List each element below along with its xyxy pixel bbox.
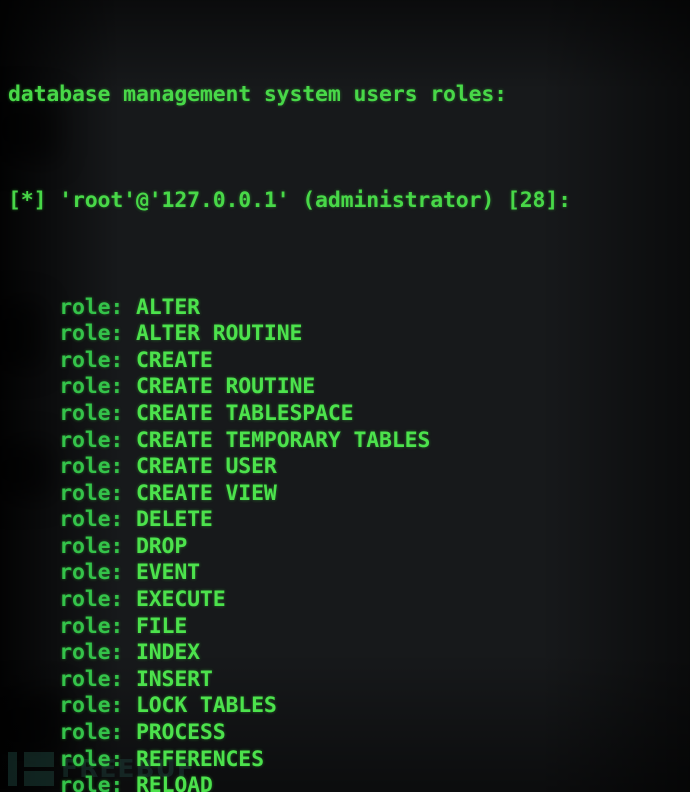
role-label: role: bbox=[59, 347, 136, 373]
role-label: role: bbox=[59, 613, 136, 639]
role-value: EVENT bbox=[135, 560, 200, 586]
role-list: role: ALTER role: ALTER ROUTINE role: CR… bbox=[8, 295, 690, 792]
role-value: CREATE TABLESPACE bbox=[135, 400, 354, 426]
role-indent bbox=[8, 348, 59, 373]
role-line: role: ALTER ROUTINE bbox=[8, 321, 690, 348]
role-line: role: ALTER bbox=[8, 295, 690, 322]
role-line: role: CREATE ROUTINE bbox=[8, 374, 690, 401]
role-label: role: bbox=[59, 560, 136, 586]
role-value: REFERENCES bbox=[135, 746, 264, 772]
role-value: INDEX bbox=[135, 640, 200, 666]
role-value: EXECUTE bbox=[135, 587, 226, 613]
role-line: role: EVENT bbox=[8, 560, 690, 587]
role-label: role: bbox=[59, 720, 136, 746]
role-value: LOCK TABLES bbox=[135, 693, 277, 719]
role-label: role: bbox=[59, 400, 136, 426]
role-indent bbox=[8, 667, 59, 692]
role-indent bbox=[8, 295, 59, 320]
role-value: FILE bbox=[135, 613, 188, 639]
role-line: role: FILE bbox=[8, 614, 690, 641]
role-indent bbox=[8, 401, 59, 426]
role-label: role: bbox=[59, 507, 136, 533]
role-label: role: bbox=[59, 666, 136, 692]
role-line: role: INDEX bbox=[8, 640, 690, 667]
role-line: role: PROCESS bbox=[8, 720, 690, 747]
role-label: role: bbox=[59, 693, 136, 719]
role-indent bbox=[8, 720, 59, 745]
role-label: role: bbox=[59, 587, 136, 613]
role-indent bbox=[8, 507, 59, 532]
role-line: role: CREATE USER bbox=[8, 454, 690, 481]
role-indent bbox=[8, 587, 59, 612]
role-value: CREATE USER bbox=[135, 454, 277, 480]
role-line: role: CREATE TEMPORARY TABLES bbox=[8, 428, 690, 455]
role-value: ALTER bbox=[135, 294, 200, 320]
role-label: role: bbox=[59, 480, 136, 506]
role-indent bbox=[8, 481, 59, 506]
role-line: role: EXECUTE bbox=[8, 587, 690, 614]
role-label: role: bbox=[59, 746, 136, 772]
role-line: role: CREATE bbox=[8, 348, 690, 375]
role-value: CREATE ROUTINE bbox=[135, 374, 316, 400]
role-indent bbox=[8, 693, 59, 718]
role-label: role: bbox=[59, 374, 136, 400]
role-value: CREATE TEMPORARY TABLES bbox=[135, 427, 431, 453]
role-value: ALTER ROUTINE bbox=[135, 321, 303, 347]
role-indent bbox=[8, 321, 59, 346]
role-line: role: RELOAD bbox=[8, 773, 690, 792]
role-line: role: CREATE TABLESPACE bbox=[8, 401, 690, 428]
role-label: role: bbox=[59, 427, 136, 453]
role-indent bbox=[8, 773, 59, 792]
output-user-line: [*] 'root'@'127.0.0.1' (administrator) [… bbox=[8, 188, 571, 214]
output-title-line: database management system users roles: bbox=[8, 81, 507, 107]
role-value: DELETE bbox=[135, 507, 213, 533]
role-value: RELOAD bbox=[135, 773, 213, 792]
role-indent bbox=[8, 374, 59, 399]
role-line: role: DROP bbox=[8, 534, 690, 561]
role-value: CREATE VIEW bbox=[135, 480, 277, 506]
role-line: role: INSERT bbox=[8, 667, 690, 694]
role-label: role: bbox=[59, 294, 136, 320]
role-indent bbox=[8, 560, 59, 585]
role-label: role: bbox=[59, 454, 136, 480]
role-line: role: REFERENCES bbox=[8, 747, 690, 774]
role-indent bbox=[8, 534, 59, 559]
role-value: INSERT bbox=[135, 666, 213, 692]
role-indent bbox=[8, 640, 59, 665]
terminal-window[interactable]: FREEBUF database management system users… bbox=[0, 0, 690, 792]
role-label: role: bbox=[59, 533, 136, 559]
role-indent bbox=[8, 614, 59, 639]
role-label: role: bbox=[59, 321, 136, 347]
terminal-output: database management system users roles: … bbox=[0, 0, 690, 792]
role-value: DROP bbox=[135, 533, 188, 559]
role-indent bbox=[8, 747, 59, 772]
role-indent bbox=[8, 428, 59, 453]
role-label: role: bbox=[59, 773, 136, 792]
role-line: role: CREATE VIEW bbox=[8, 481, 690, 508]
role-line: role: DELETE bbox=[8, 507, 690, 534]
role-line: role: LOCK TABLES bbox=[8, 693, 690, 720]
role-indent bbox=[8, 454, 59, 479]
role-label: role: bbox=[59, 640, 136, 666]
role-value: CREATE bbox=[135, 347, 213, 373]
role-value: PROCESS bbox=[135, 720, 226, 746]
